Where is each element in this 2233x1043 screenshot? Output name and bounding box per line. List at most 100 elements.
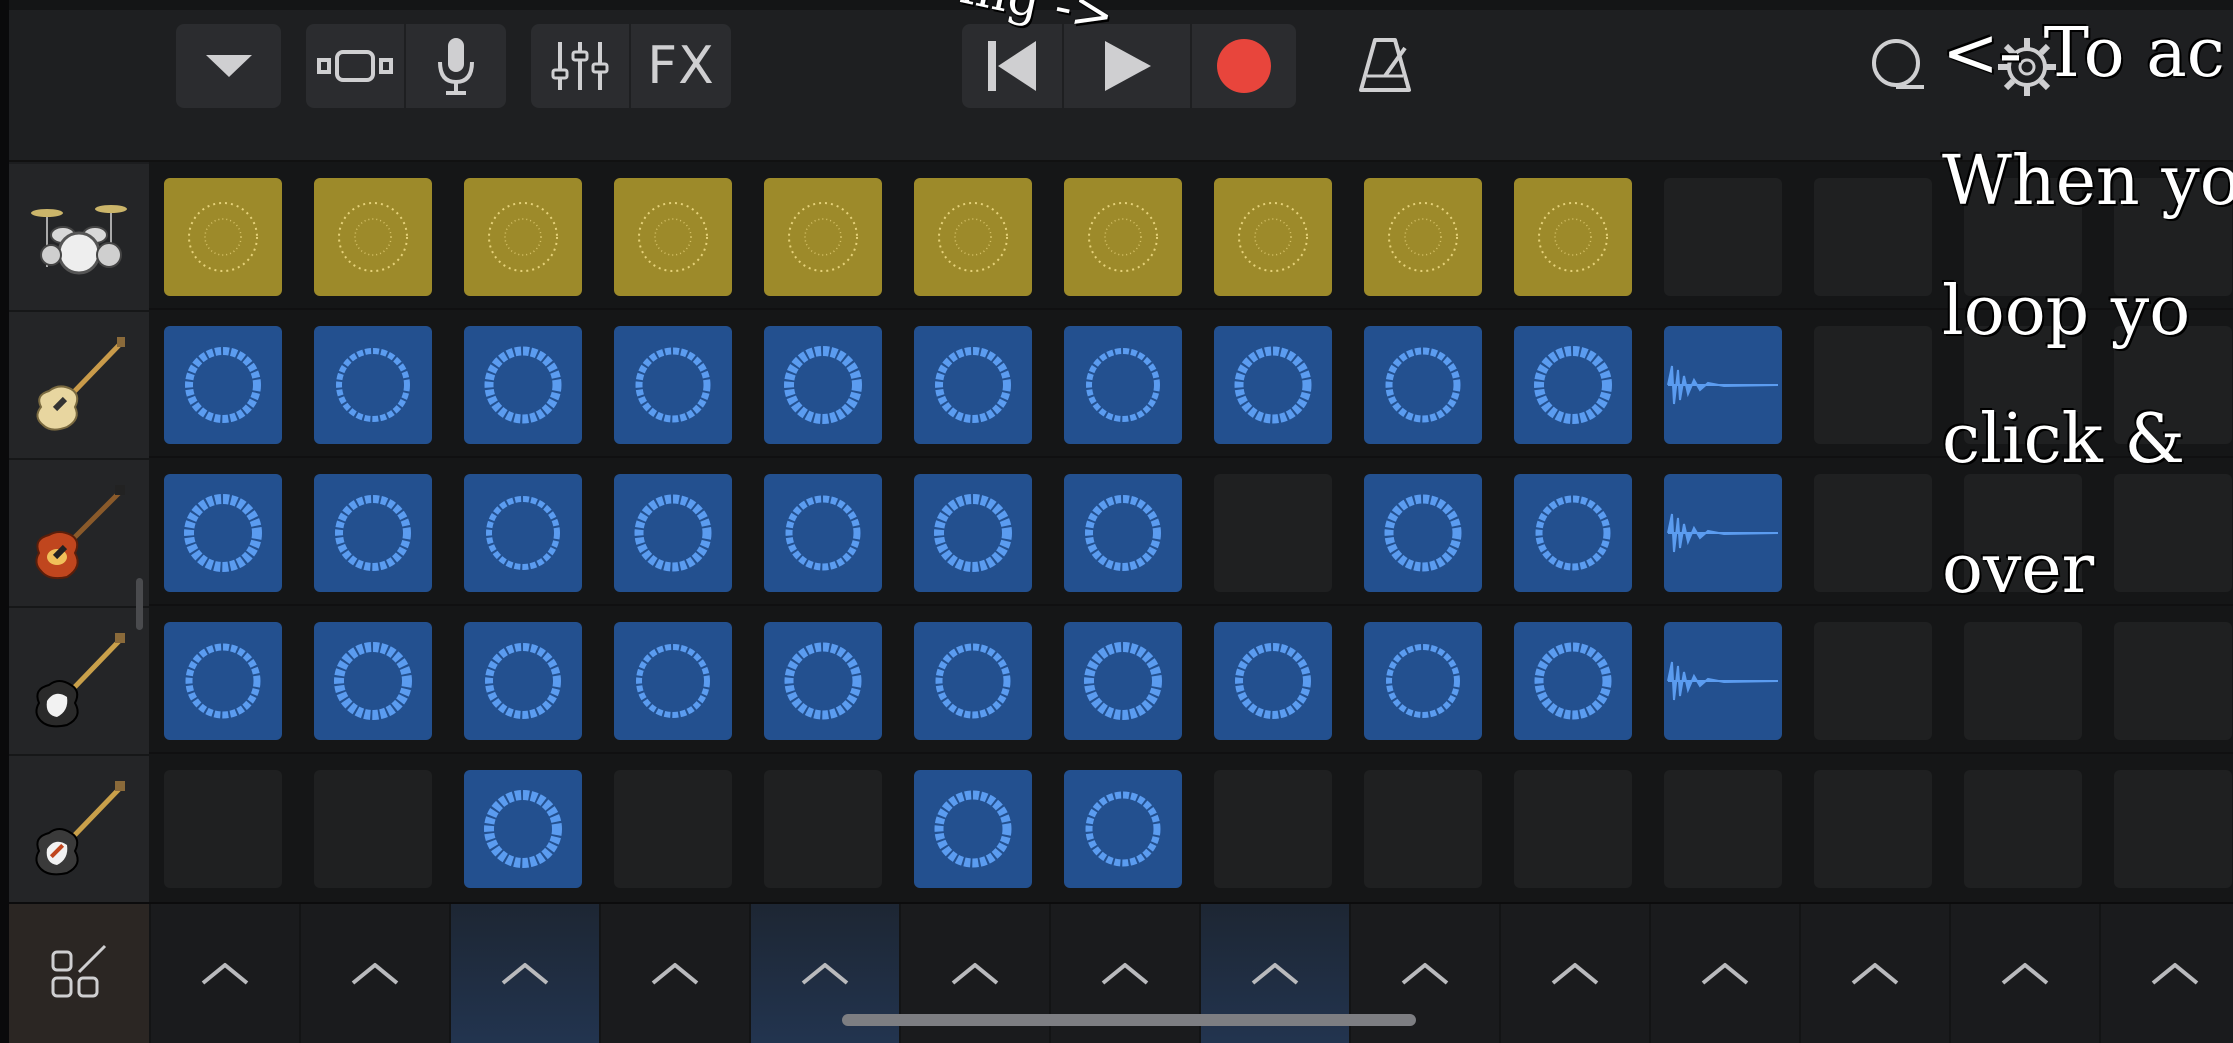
view-toggle-button[interactable] <box>306 24 404 108</box>
edit-grid-button[interactable] <box>9 904 149 1043</box>
empty-loop-cell[interactable] <box>2114 474 2232 592</box>
track-header-electric-guitar-1[interactable] <box>9 460 149 608</box>
microphone-icon <box>438 38 474 95</box>
microphone-button[interactable] <box>406 24 506 108</box>
loop-cell[interactable] <box>914 474 1032 592</box>
loop-cell[interactable] <box>764 622 882 740</box>
loop-cell[interactable] <box>1364 474 1482 592</box>
loop-browser-button[interactable] <box>1862 24 1932 108</box>
metronome-button[interactable] <box>1344 24 1426 108</box>
drum-loop-icon <box>938 202 1008 272</box>
home-indicator[interactable] <box>842 1014 1416 1026</box>
rewind-button[interactable] <box>962 24 1062 108</box>
loop-cell[interactable] <box>764 474 882 592</box>
record-button[interactable] <box>1192 24 1296 108</box>
empty-loop-cell[interactable] <box>314 770 432 888</box>
loop-cell[interactable] <box>1364 178 1482 296</box>
column-trigger-button[interactable] <box>1799 904 1949 1043</box>
loop-cell[interactable] <box>1514 622 1632 740</box>
loop-cell[interactable] <box>1064 622 1182 740</box>
column-trigger-button[interactable] <box>2099 904 2233 1043</box>
loop-cell[interactable] <box>764 326 882 444</box>
loop-cell[interactable] <box>614 326 732 444</box>
loop-cell[interactable] <box>1064 326 1182 444</box>
column-trigger-button[interactable] <box>1949 904 2099 1043</box>
loop-cell[interactable] <box>914 326 1032 444</box>
loop-cell[interactable] <box>1664 622 1782 740</box>
column-trigger-button[interactable] <box>149 904 299 1043</box>
column-trigger-button[interactable] <box>599 904 749 1043</box>
column-trigger-button[interactable] <box>449 904 599 1043</box>
empty-loop-cell[interactable] <box>1664 770 1782 888</box>
column-trigger-button[interactable] <box>1649 904 1799 1043</box>
loop-cell[interactable] <box>1064 770 1182 888</box>
empty-loop-cell[interactable] <box>164 770 282 888</box>
loop-cell[interactable] <box>464 326 582 444</box>
loop-cell[interactable] <box>1514 178 1632 296</box>
loop-cell[interactable] <box>1364 622 1482 740</box>
column-trigger-button[interactable] <box>1499 904 1649 1043</box>
fx-button[interactable]: FX <box>631 24 731 108</box>
loop-cell[interactable] <box>464 474 582 592</box>
chevron-up-icon <box>1401 962 1449 985</box>
empty-loop-cell[interactable] <box>1964 622 2082 740</box>
loop-cell[interactable] <box>1214 178 1332 296</box>
track-header-drums[interactable] <box>9 164 149 312</box>
loop-cell[interactable] <box>914 622 1032 740</box>
track-scroll-thumb[interactable] <box>136 578 143 630</box>
garageband-live-loops-screen: FX ing -> <- To ac When yo loop yo click… <box>0 0 2233 1043</box>
loop-cell[interactable] <box>764 178 882 296</box>
loop-cell[interactable] <box>164 622 282 740</box>
empty-loop-cell[interactable] <box>1814 770 1932 888</box>
loop-cell[interactable] <box>464 178 582 296</box>
loop-cell[interactable] <box>314 178 432 296</box>
loop-cell[interactable] <box>314 622 432 740</box>
loop-cell[interactable] <box>164 474 282 592</box>
empty-loop-cell[interactable] <box>1214 770 1332 888</box>
loop-cell[interactable] <box>464 770 582 888</box>
track-header-bass[interactable] <box>9 312 149 460</box>
empty-loop-cell[interactable] <box>1214 474 1332 592</box>
empty-loop-cell[interactable] <box>2114 770 2232 888</box>
loop-cell[interactable] <box>1514 474 1632 592</box>
browser-dropdown-button[interactable] <box>176 24 281 108</box>
loop-cell[interactable] <box>1064 474 1182 592</box>
empty-loop-cell[interactable] <box>1364 770 1482 888</box>
loop-cell[interactable] <box>1364 326 1482 444</box>
empty-loop-cell[interactable] <box>764 770 882 888</box>
loop-cell[interactable] <box>914 178 1032 296</box>
empty-loop-cell[interactable] <box>2114 622 2232 740</box>
loop-cell[interactable] <box>1514 326 1632 444</box>
empty-loop-cell[interactable] <box>1814 474 1932 592</box>
one-shot-waveform-icon <box>1667 513 1779 553</box>
loop-cell[interactable] <box>614 622 732 740</box>
empty-loop-cell[interactable] <box>614 770 732 888</box>
empty-loop-cell[interactable] <box>1514 770 1632 888</box>
loop-cell[interactable] <box>464 622 582 740</box>
loop-cell[interactable] <box>914 770 1032 888</box>
loop-icon <box>1872 39 1924 89</box>
loop-cell[interactable] <box>164 326 282 444</box>
audio-loop-ring-icon <box>184 494 262 572</box>
empty-loop-cell[interactable] <box>1814 622 1932 740</box>
loop-cell[interactable] <box>1214 622 1332 740</box>
loop-cell[interactable] <box>1064 178 1182 296</box>
track-header-electric-guitar-3[interactable] <box>9 756 149 904</box>
loop-cell[interactable] <box>164 178 282 296</box>
loop-cell[interactable] <box>1664 474 1782 592</box>
empty-loop-cell[interactable] <box>1664 178 1782 296</box>
column-trigger-button[interactable] <box>299 904 449 1043</box>
empty-loop-cell[interactable] <box>1814 178 1932 296</box>
loop-cell[interactable] <box>614 474 732 592</box>
empty-loop-cell[interactable] <box>1964 770 2082 888</box>
audio-loop-ring-icon <box>185 347 261 423</box>
track-header-electric-guitar-2[interactable] <box>9 608 149 756</box>
mixer-button[interactable] <box>531 24 629 108</box>
loop-cell[interactable] <box>314 326 432 444</box>
loop-cell[interactable] <box>314 474 432 592</box>
drum-loop-icon <box>788 202 858 272</box>
loop-cell[interactable] <box>614 178 732 296</box>
empty-loop-cell[interactable] <box>1814 326 1932 444</box>
loop-cell[interactable] <box>1214 326 1332 444</box>
loop-cell[interactable] <box>1664 326 1782 444</box>
